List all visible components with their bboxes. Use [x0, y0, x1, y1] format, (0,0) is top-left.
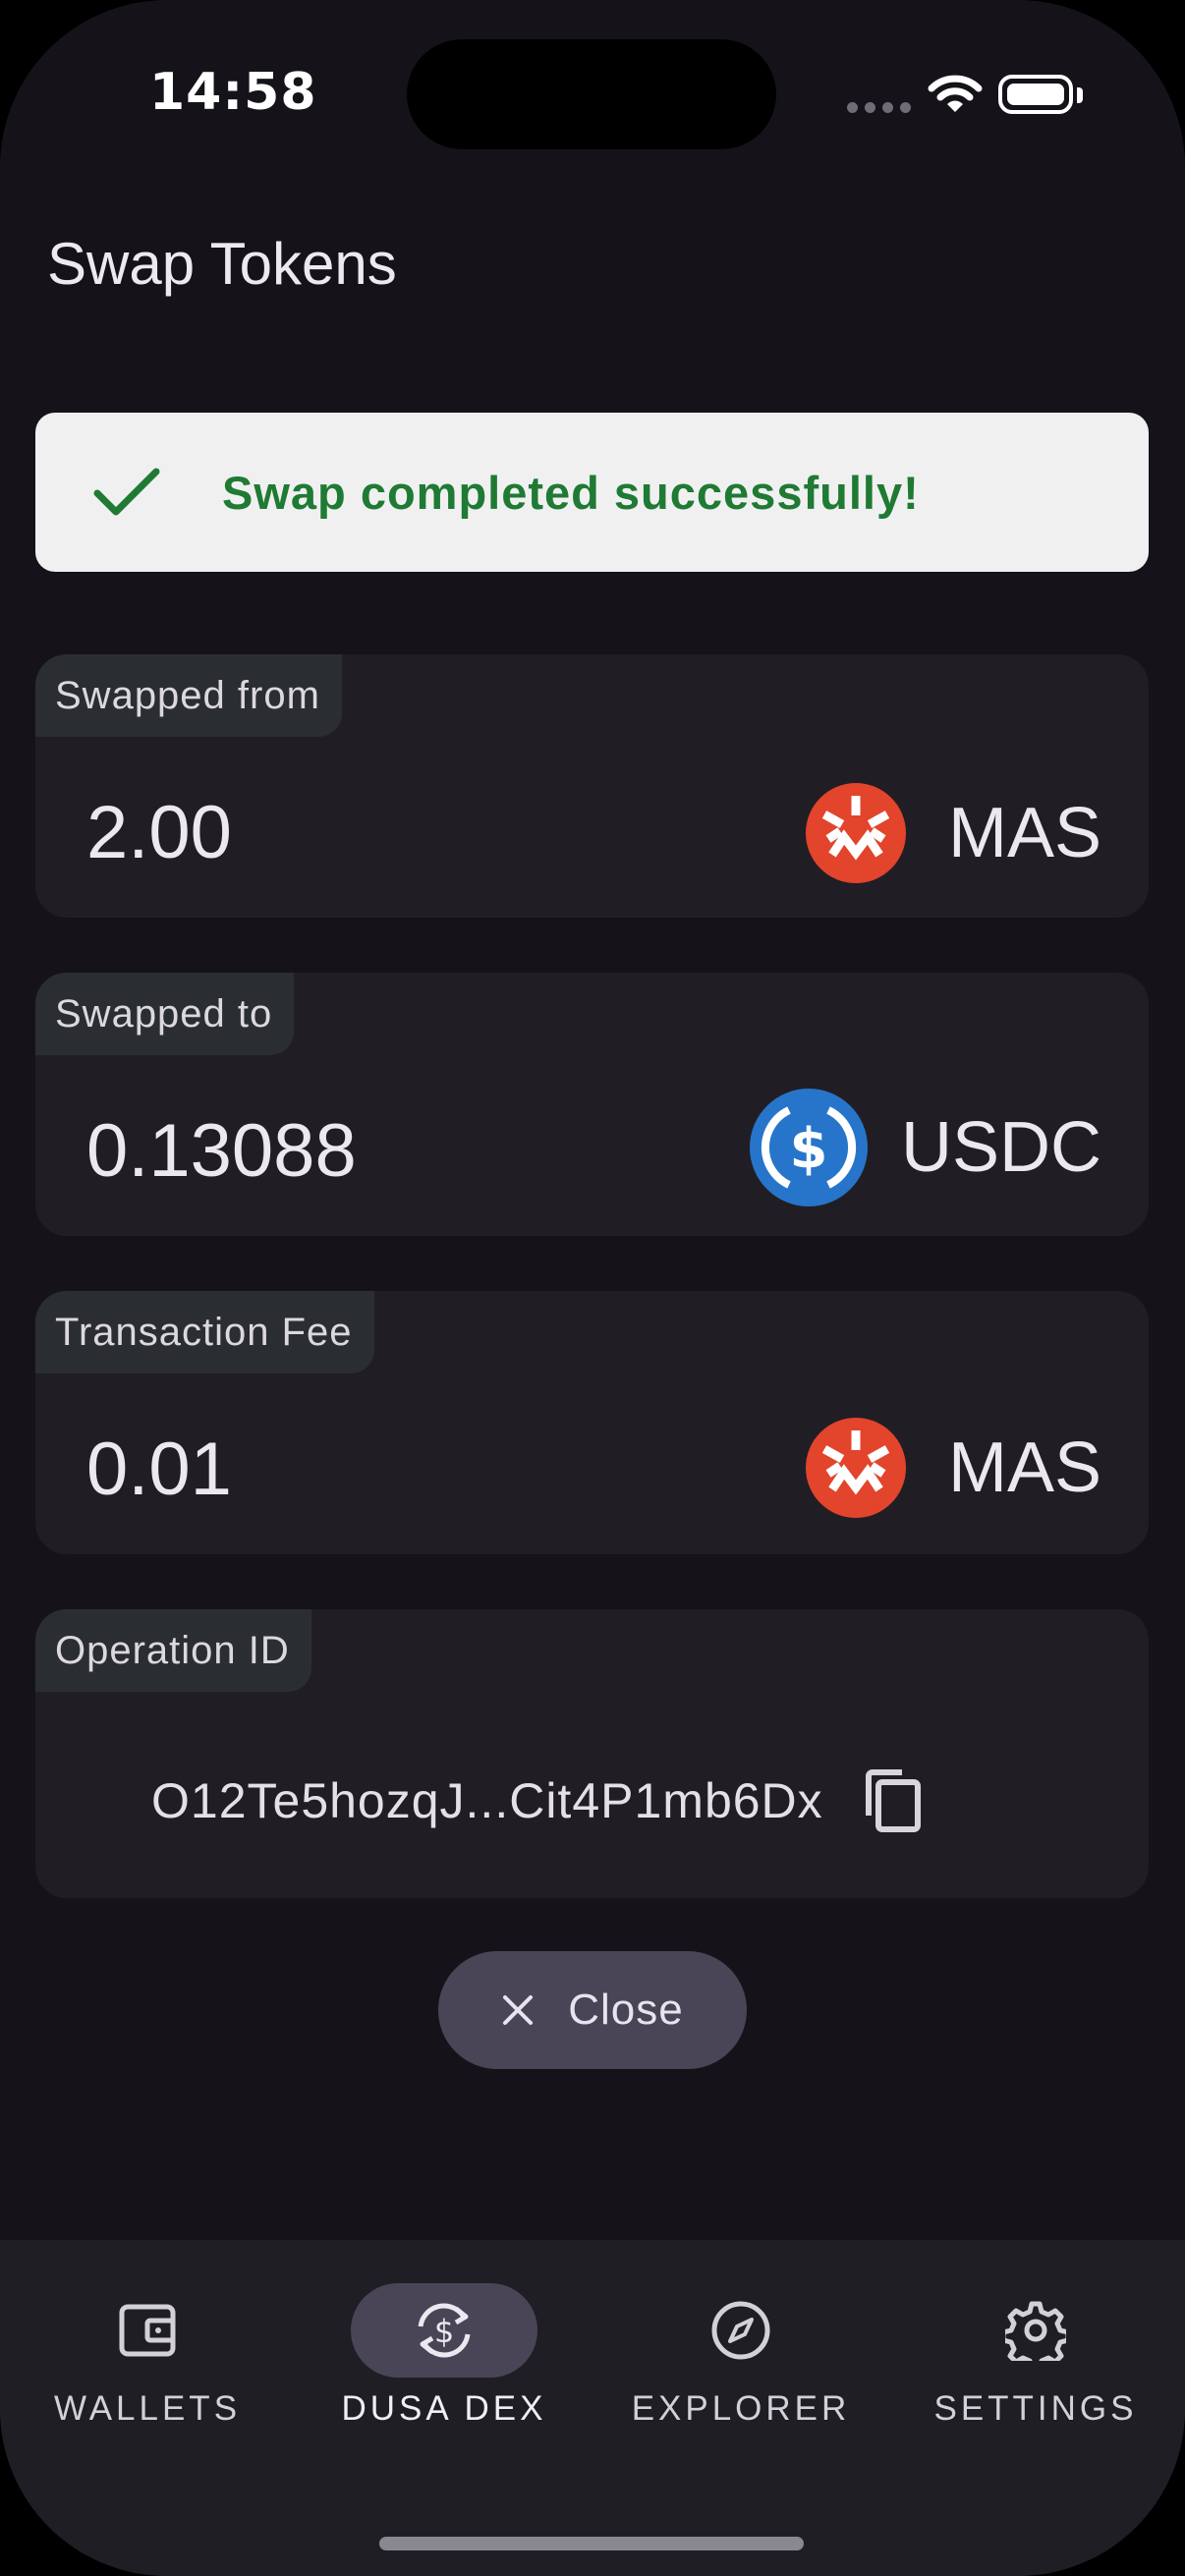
- status-bar: 14:58: [0, 0, 1185, 196]
- transaction-fee-label: Transaction Fee: [35, 1291, 374, 1373]
- nav-item-dusa-dex[interactable]: $ DUSA DEX: [297, 2240, 592, 2476]
- operation-id-value: O12Te5hozqJ...Cit4P1mb6Dx: [151, 1773, 823, 1828]
- status-time: 14:58: [149, 63, 317, 122]
- swapped-to-label: Swapped to: [35, 973, 295, 1055]
- nav-item-settings[interactable]: SETTINGS: [888, 2240, 1183, 2476]
- page-title: Swap Tokens: [47, 231, 397, 297]
- battery-tip: [1077, 87, 1083, 103]
- nav-label-explorer: EXPLORER: [631, 2389, 851, 2428]
- massa-icon: [805, 1418, 906, 1518]
- nav-label-settings: SETTINGS: [933, 2389, 1138, 2428]
- swapped-to-card: Swapped to 0.13088 $ USDC: [35, 973, 1149, 1236]
- svg-text:$: $: [434, 2313, 454, 2350]
- swapped-from-label: Swapped from: [35, 654, 342, 737]
- dynamic-island: [407, 39, 776, 149]
- operation-id-label: Operation ID: [35, 1609, 311, 1692]
- nav-item-explorer[interactable]: EXPLORER: [593, 2240, 888, 2476]
- transaction-fee-symbol: MAS: [947, 1428, 1101, 1507]
- battery-icon: [998, 75, 1073, 114]
- operation-id-row: O12Te5hozqJ...Cit4P1mb6Dx: [151, 1766, 924, 1835]
- massa-icon: [805, 783, 906, 883]
- swapped-to-symbol: USDC: [900, 1108, 1101, 1187]
- swapped-from-amount: 2.00: [86, 791, 232, 874]
- gear-icon: [942, 2283, 1129, 2378]
- success-message: Swap completed successfully!: [222, 466, 920, 519]
- copy-icon[interactable]: [863, 1766, 924, 1835]
- nav-item-wallets[interactable]: WALLETS: [0, 2240, 295, 2476]
- checkmark-icon: [83, 448, 171, 536]
- bottom-navigation: WALLETS $ DUSA DEX EXPLORER SETTINGS: [0, 2240, 1185, 2576]
- success-banner: Swap completed successfully!: [35, 413, 1149, 572]
- dollar-swap-icon: $: [351, 2283, 537, 2378]
- usdc-icon: $: [749, 1089, 868, 1206]
- app-screen: 14:58 Swap Tokens Swap completed success…: [0, 0, 1185, 2576]
- nav-label-wallets: WALLETS: [53, 2389, 242, 2428]
- wifi-icon: [928, 75, 983, 112]
- swapped-from-card: Swapped from 2.00 MAS: [35, 654, 1149, 918]
- nav-label-dusa-dex: DUSA DEX: [341, 2389, 547, 2428]
- swapped-to-token: $ USDC: [749, 1089, 1101, 1206]
- compass-icon: [648, 2283, 834, 2378]
- close-button[interactable]: Close: [438, 1951, 747, 2069]
- swapped-from-symbol: MAS: [947, 794, 1101, 872]
- swapped-from-token: MAS: [805, 782, 1101, 884]
- transaction-fee-token: MAS: [805, 1417, 1101, 1519]
- transaction-fee-amount: 0.01: [86, 1428, 232, 1511]
- close-icon: [501, 1993, 535, 2027]
- signal-dots-icon: [847, 102, 911, 113]
- swapped-to-amount: 0.13088: [86, 1109, 357, 1193]
- transaction-fee-card: Transaction Fee 0.01 MAS: [35, 1291, 1149, 1554]
- svg-text:$: $: [790, 1117, 828, 1181]
- wallet-icon: [54, 2283, 241, 2378]
- close-button-label: Close: [568, 1986, 684, 2034]
- home-indicator[interactable]: [379, 2537, 804, 2550]
- operation-id-card: Operation ID O12Te5hozqJ...Cit4P1mb6Dx: [35, 1609, 1149, 1898]
